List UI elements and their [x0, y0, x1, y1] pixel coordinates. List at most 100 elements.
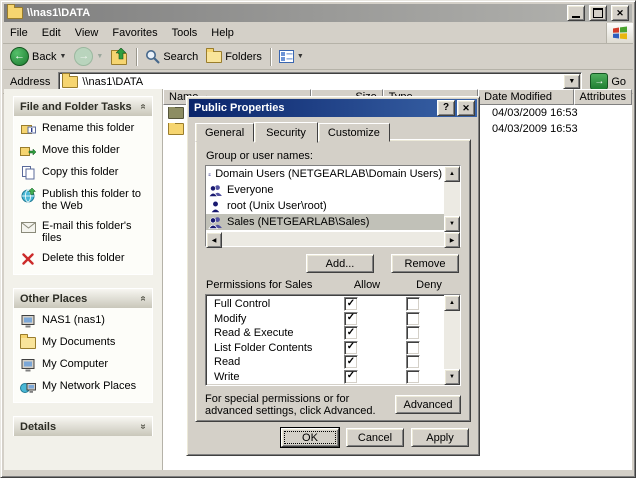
column-date-modified[interactable]: Date Modified — [478, 89, 574, 105]
allow-checkbox[interactable] — [344, 297, 358, 312]
go-arrow-icon: → — [590, 73, 609, 90]
apply-button[interactable]: Apply — [411, 428, 469, 447]
task-email-files[interactable]: E-mail this folder's files — [20, 220, 148, 244]
other-places-body: NAS1 (nas1) My Documents My Computer My … — [13, 308, 153, 403]
group-item-root[interactable]: root (Unix User\root) — [206, 198, 444, 214]
folder-icon — [168, 107, 184, 119]
allow-checkbox[interactable] — [344, 311, 358, 326]
place-my-computer[interactable]: My Computer — [20, 358, 148, 372]
group-item-everyone[interactable]: Everyone — [206, 182, 444, 198]
group-item-sales[interactable]: Sales (NETGEARLAB\Sales) — [206, 214, 444, 230]
task-copy-folder[interactable]: Copy this folder — [20, 166, 148, 180]
address-dropdown-button[interactable]: ▼ — [563, 74, 581, 89]
advanced-button[interactable]: Advanced — [395, 395, 461, 414]
allow-checkbox[interactable] — [344, 340, 358, 355]
file-folder-tasks-header[interactable]: File and Folder Tasks » — [13, 96, 153, 116]
place-nas1[interactable]: NAS1 (nas1) — [20, 314, 148, 328]
forward-button[interactable]: → ▼ — [71, 46, 106, 67]
menu-view[interactable]: View — [68, 23, 106, 43]
search-icon — [145, 49, 160, 64]
allow-checkbox[interactable] — [344, 326, 358, 341]
back-icon: ← — [10, 47, 29, 66]
group-list-rows: Domain Users (NETGEARLAB\Domain Users) E… — [206, 166, 444, 232]
back-dropdown-icon[interactable]: ▼ — [59, 53, 66, 60]
ok-button[interactable]: OK — [281, 428, 339, 447]
deny-checkbox[interactable] — [406, 326, 420, 341]
task-rename-folder[interactable]: Rename this folder — [20, 122, 148, 136]
other-places-title: Other Places — [20, 292, 88, 305]
deny-checkbox[interactable] — [406, 369, 420, 384]
task-publish-folder[interactable]: Publish this folder to the Web — [20, 187, 148, 212]
place-my-documents[interactable]: My Documents — [20, 334, 148, 350]
email-icon — [20, 220, 36, 234]
go-button[interactable]: → Go — [586, 73, 630, 90]
deny-checkbox[interactable] — [406, 340, 420, 355]
tab-security[interactable]: Security — [254, 122, 318, 143]
shared-folder-icon — [7, 4, 23, 19]
column-attributes[interactable]: Attributes — [573, 89, 632, 105]
file-folder-tasks-panel: File and Folder Tasks » Rename this fold… — [13, 96, 153, 275]
folder-icon — [168, 123, 184, 135]
search-button[interactable]: Search — [142, 48, 201, 65]
permission-row-read: Read — [206, 355, 444, 370]
scroll-up-icon[interactable]: ▲ — [444, 166, 460, 182]
sidebar: File and Folder Tasks » Rename this fold… — [4, 89, 163, 470]
scroll-right-icon[interactable]: ▶ — [444, 232, 460, 248]
details-header[interactable]: Details » — [13, 416, 153, 436]
permissions-list: Full Control Modify Read & Execute — [205, 294, 461, 386]
maximize-button[interactable] — [589, 5, 607, 21]
task-move-folder[interactable]: Move this folder — [20, 144, 148, 158]
place-my-network[interactable]: My Network Places — [20, 380, 148, 394]
allow-checkbox[interactable] — [344, 355, 358, 370]
horizontal-scrollbar[interactable]: ◀ ▶ — [206, 232, 460, 248]
deny-checkbox[interactable] — [406, 297, 420, 312]
group-list: Domain Users (NETGEARLAB\Domain Users) E… — [205, 165, 461, 248]
rename-icon — [20, 122, 36, 136]
add-button[interactable]: Add... — [306, 254, 374, 273]
scroll-left-icon[interactable]: ◀ — [206, 232, 222, 248]
permissions-scrollbar[interactable]: ▲ ▼ — [444, 295, 460, 385]
collapse-icon[interactable]: » — [138, 104, 149, 110]
remove-button[interactable]: Remove — [391, 254, 459, 273]
folders-button[interactable]: Folders — [203, 47, 265, 64]
views-button[interactable]: ▼ — [276, 49, 307, 64]
move-icon — [20, 144, 36, 158]
cancel-button[interactable]: Cancel — [346, 428, 404, 447]
allow-checkbox[interactable] — [344, 369, 358, 384]
forward-dropdown-icon[interactable]: ▼ — [96, 53, 103, 60]
task-delete-folder[interactable]: Delete this folder — [20, 252, 148, 266]
menu-file[interactable]: File — [3, 23, 35, 43]
other-places-header[interactable]: Other Places » — [13, 288, 153, 308]
address-folder-icon — [62, 72, 79, 88]
scroll-down-icon[interactable]: ▼ — [444, 216, 460, 232]
windows-logo-icon — [606, 23, 633, 43]
tab-customize[interactable]: Customize — [317, 123, 390, 142]
scroll-down-icon[interactable]: ▼ — [444, 369, 460, 385]
up-button[interactable] — [108, 48, 131, 65]
task-label: Copy this folder — [42, 166, 119, 178]
dialog-close-button[interactable]: ✕ — [457, 100, 475, 116]
group-item-domain-users[interactable]: Domain Users (NETGEARLAB\Domain Users) — [206, 166, 444, 182]
menu-help[interactable]: Help — [204, 23, 241, 43]
minimize-button[interactable] — [567, 5, 585, 21]
menu-bar: File Edit View Favorites Tools Help — [3, 23, 633, 44]
back-button[interactable]: ← Back ▼ — [7, 46, 69, 67]
scroll-up-icon[interactable]: ▲ — [444, 295, 460, 311]
folders-label: Folders — [225, 50, 262, 63]
deny-checkbox[interactable] — [406, 311, 420, 326]
place-label: NAS1 (nas1) — [42, 314, 105, 326]
collapse-icon[interactable]: » — [138, 296, 149, 302]
details-title: Details — [20, 420, 57, 433]
vertical-scrollbar[interactable]: ▲ ▼ — [444, 166, 460, 232]
help-button[interactable]: ? — [437, 100, 455, 116]
menu-edit[interactable]: Edit — [35, 23, 68, 43]
menu-favorites[interactable]: Favorites — [105, 23, 164, 43]
expand-icon[interactable]: » — [138, 424, 149, 430]
close-button[interactable]: ✕ — [611, 5, 629, 21]
deny-checkbox[interactable] — [406, 355, 420, 370]
views-dropdown-icon[interactable]: ▼ — [297, 53, 304, 60]
menu-tools[interactable]: Tools — [165, 23, 205, 43]
views-icon — [278, 50, 294, 63]
tab-general[interactable]: General — [195, 123, 255, 142]
computer-icon — [20, 358, 36, 372]
